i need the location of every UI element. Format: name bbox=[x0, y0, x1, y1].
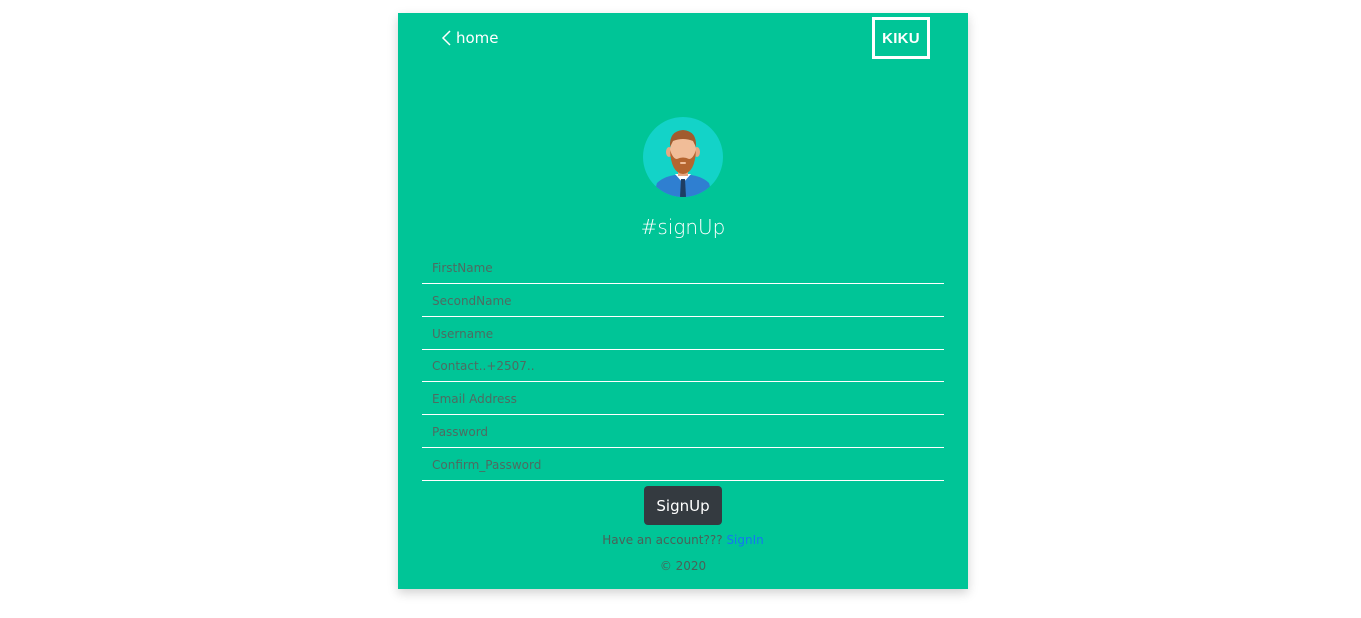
username-field[interactable] bbox=[422, 318, 944, 350]
have-account-row: Have an account??? SignIn bbox=[398, 533, 968, 547]
copyright: © 2020 bbox=[659, 559, 707, 573]
chevron-left-icon bbox=[441, 30, 451, 46]
avatar bbox=[643, 117, 723, 197]
home-link-label: home bbox=[456, 29, 499, 47]
firstname-field[interactable] bbox=[422, 252, 944, 284]
signup-button[interactable]: SignUp bbox=[644, 486, 722, 525]
signup-card: home KIKU #signUp FirstName SecondName U… bbox=[398, 13, 968, 589]
signin-link[interactable]: SignIn bbox=[726, 533, 763, 547]
logo-text: KIKU bbox=[882, 29, 920, 47]
page-title: #signUp bbox=[640, 215, 726, 239]
have-account-text: Have an account??? bbox=[602, 533, 723, 547]
secondname-field[interactable] bbox=[422, 285, 944, 317]
email-field[interactable] bbox=[422, 383, 944, 415]
kiku-logo[interactable]: KIKU bbox=[872, 17, 930, 59]
confirm-password-field[interactable] bbox=[422, 449, 944, 481]
password-field[interactable] bbox=[422, 416, 944, 448]
contact-field[interactable] bbox=[422, 350, 944, 382]
home-link[interactable]: home bbox=[440, 29, 499, 47]
